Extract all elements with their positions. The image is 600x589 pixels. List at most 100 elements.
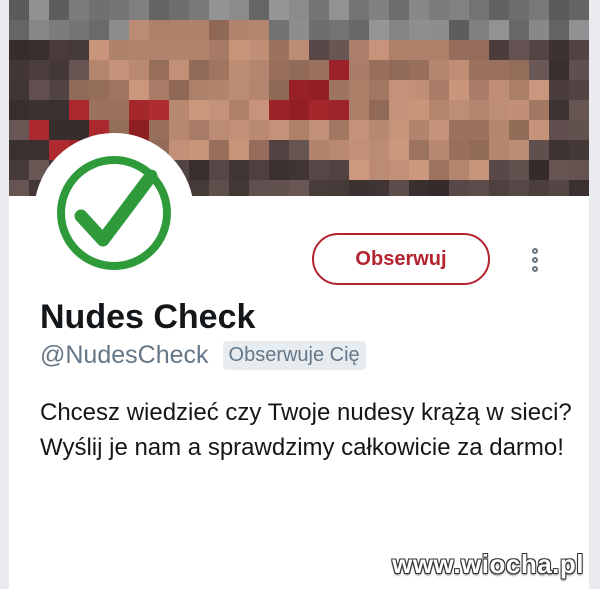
banner-mosaic-tile (509, 160, 529, 180)
more-dot-icon (532, 248, 538, 254)
banner-mosaic-tile (469, 20, 489, 40)
banner-mosaic-tile (29, 40, 49, 60)
screenshot-frame: Obserwuj Nudes Check @NudesCheck Obserwu… (0, 0, 600, 589)
banner-mosaic-tile (129, 0, 149, 20)
banner-mosaic-tile (509, 40, 529, 60)
banner-mosaic-tile (489, 160, 509, 180)
banner-mosaic-tile (509, 120, 529, 140)
avatar[interactable] (34, 133, 194, 293)
banner-mosaic-tile (249, 120, 269, 140)
banner-mosaic-tile (9, 20, 29, 40)
banner-mosaic-tile (189, 20, 209, 40)
banner-mosaic-tile (489, 100, 509, 120)
banner-mosaic-tile (289, 20, 309, 40)
banner-mosaic-tile (389, 0, 409, 20)
banner-mosaic-tile (569, 20, 589, 40)
banner-mosaic-tile (289, 120, 309, 140)
banner-mosaic-tile (329, 180, 349, 196)
banner-mosaic-tile (149, 120, 169, 140)
banner-mosaic-tile (269, 100, 289, 120)
banner-mosaic-tile (149, 0, 169, 20)
banner-mosaic-tile (289, 0, 309, 20)
banner-mosaic-tile (49, 120, 69, 140)
banner-mosaic-tile (349, 100, 369, 120)
banner-mosaic-tile (169, 40, 189, 60)
banner-mosaic-tile (189, 100, 209, 120)
banner-mosaic-tile (9, 40, 29, 60)
banner-mosaic-tile (269, 80, 289, 100)
banner-mosaic-tile (189, 40, 209, 60)
banner-mosaic-tile (249, 0, 269, 20)
banner-mosaic-tile (109, 40, 129, 60)
banner-mosaic-tile (549, 100, 569, 120)
banner-mosaic-tile (429, 60, 449, 80)
banner-mosaic-tile (349, 60, 369, 80)
banner-mosaic-tile (29, 60, 49, 80)
banner-mosaic-tile (469, 80, 489, 100)
banner-mosaic-tile (229, 20, 249, 40)
banner-mosaic-tile (529, 100, 549, 120)
banner-mosaic-tile (389, 60, 409, 80)
banner-mosaic-tile (269, 140, 289, 160)
banner-mosaic-tile (469, 0, 489, 20)
banner-mosaic-tile (329, 80, 349, 100)
banner-mosaic-tile (529, 20, 549, 40)
banner-mosaic-tile (569, 160, 589, 180)
banner-mosaic-tile (269, 60, 289, 80)
banner-mosaic-tile (69, 20, 89, 40)
banner-mosaic-tile (249, 100, 269, 120)
banner-mosaic-tile (529, 60, 549, 80)
profile-card: Obserwuj Nudes Check @NudesCheck Obserwu… (9, 0, 589, 589)
banner-mosaic-tile (49, 40, 69, 60)
banner-mosaic-tile (9, 0, 29, 20)
more-options-button[interactable] (520, 238, 550, 282)
banner-mosaic-tile (249, 140, 269, 160)
banner-mosaic-tile (469, 140, 489, 160)
banner-mosaic-tile (469, 160, 489, 180)
banner-mosaic-tile (409, 180, 429, 196)
follow-button[interactable]: Obserwuj (312, 233, 490, 285)
banner-mosaic-tile (429, 120, 449, 140)
banner-mosaic-tile (209, 0, 229, 20)
banner-mosaic-tile (289, 140, 309, 160)
more-dot-icon (532, 266, 538, 272)
banner-mosaic-tile (329, 140, 349, 160)
banner-mosaic-tile (389, 80, 409, 100)
banner-mosaic-tile (129, 40, 149, 60)
banner-mosaic-tile (269, 20, 289, 40)
banner-mosaic-tile (389, 100, 409, 120)
banner-mosaic-tile (449, 80, 469, 100)
banner-mosaic-tile (149, 100, 169, 120)
banner-mosaic-tile (549, 0, 569, 20)
banner-mosaic-tile (469, 40, 489, 60)
banner-mosaic-tile (429, 40, 449, 60)
banner-mosaic-tile (189, 140, 209, 160)
banner-mosaic-tile (389, 20, 409, 40)
banner-mosaic-tile (269, 180, 289, 196)
banner-mosaic-tile (429, 80, 449, 100)
banner-mosaic-tile (529, 180, 549, 196)
banner-mosaic-tile (369, 20, 389, 40)
banner-mosaic-tile (409, 100, 429, 120)
banner-mosaic-tile (549, 40, 569, 60)
banner-mosaic-tile (449, 0, 469, 20)
banner-mosaic-tile (89, 0, 109, 20)
profile-handle: @NudesCheck (40, 341, 209, 369)
banner-mosaic-tile (369, 40, 389, 60)
banner-mosaic-tile (209, 80, 229, 100)
banner-mosaic-tile (489, 60, 509, 80)
banner-mosaic-tile (389, 40, 409, 60)
banner-mosaic-tile (189, 120, 209, 140)
banner-mosaic-tile (429, 0, 449, 20)
banner-mosaic-tile (489, 0, 509, 20)
banner-mosaic-tile (49, 0, 69, 20)
banner-mosaic-tile (429, 180, 449, 196)
banner-mosaic-tile (349, 120, 369, 140)
banner-mosaic-tile (9, 140, 29, 160)
banner-mosaic-tile (309, 100, 329, 120)
banner-mosaic-tile (169, 120, 189, 140)
banner-mosaic-tile (449, 40, 469, 60)
banner-mosaic-tile (229, 180, 249, 196)
banner-mosaic-tile (489, 120, 509, 140)
banner-mosaic-tile (209, 140, 229, 160)
